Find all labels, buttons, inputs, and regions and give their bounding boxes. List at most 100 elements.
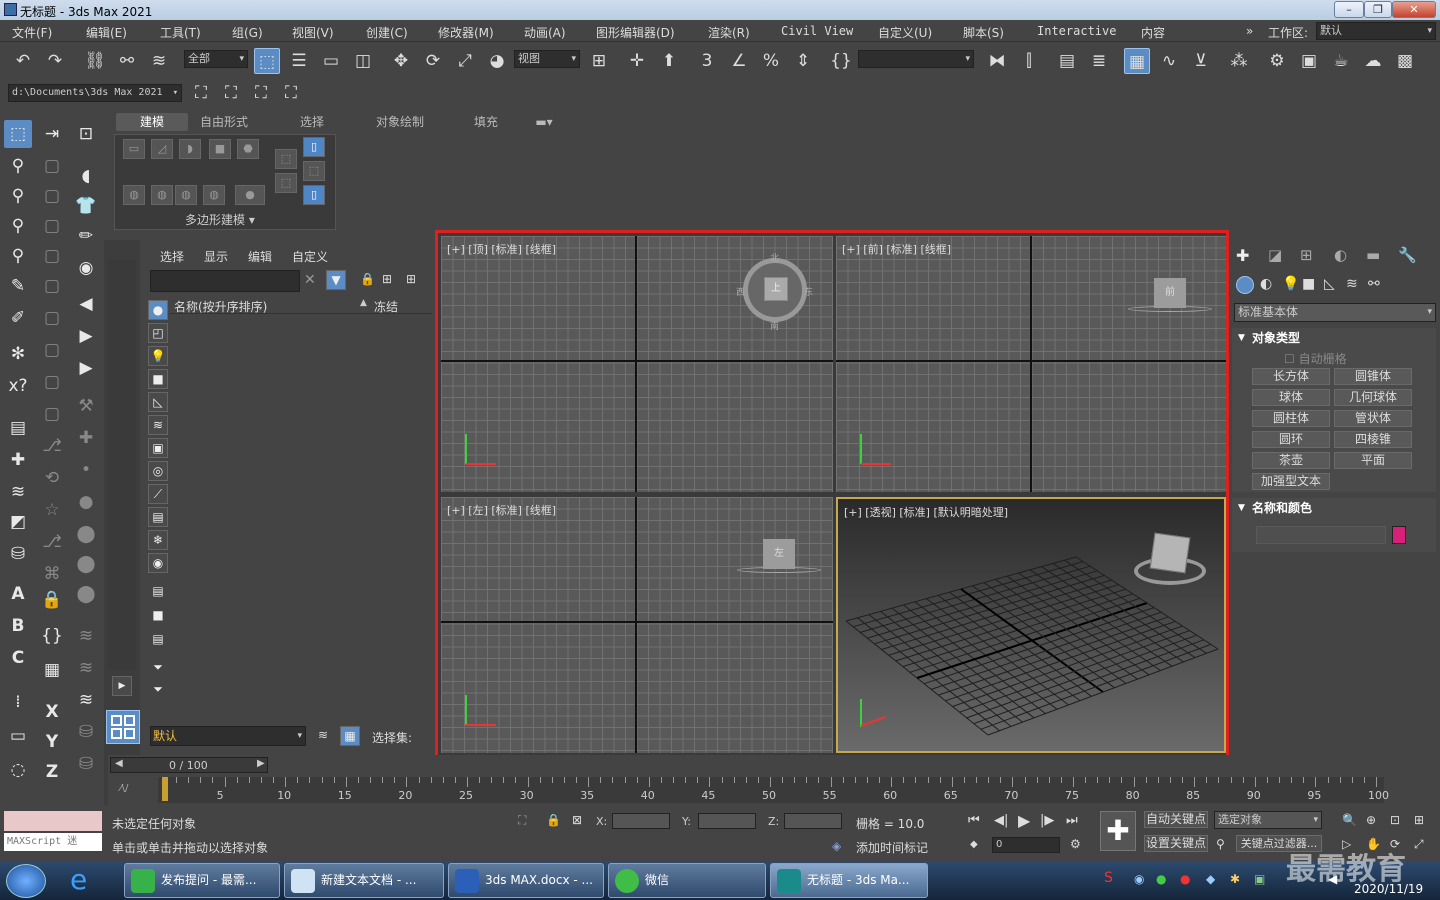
viewcube-front[interactable]: 前 [1154,278,1186,308]
layer-manager-icon[interactable]: ▤ [4,414,32,442]
plus-icon[interactable]: ✚ [72,424,100,452]
filter-geometry-icon[interactable]: ● [148,300,168,320]
tray-ime-icon[interactable]: S [1104,870,1113,886]
sphere-button[interactable]: 球体 [1252,389,1330,406]
edit-poly-j-icon[interactable]: ● [235,185,265,205]
name-color-header[interactable]: ▼ 名称和颜色 [1232,498,1436,518]
maxscript-listener[interactable] [4,811,102,831]
filter-groups-icon[interactable]: ▣ [148,438,168,458]
create-project-folders-icon[interactable]: ⛶ [248,80,274,106]
text-plus-button[interactable]: 加强型文本 [1252,473,1330,490]
primitive-type-dropdown[interactable]: 标准基本体 [1234,303,1436,322]
curve-editor-icon[interactable]: ∿ [1156,48,1182,74]
pyramid-button[interactable]: 四棱锥 [1334,431,1412,448]
viewcube-left[interactable]: 左 [763,539,795,569]
sphere-a-icon[interactable]: ⬤ [72,520,100,548]
selection-set-icon[interactable]: ▦ [340,726,360,746]
helpers-category-icon[interactable]: ◺ [1324,276,1335,292]
spinner-snap-icon[interactable]: ⇕ [790,48,816,74]
lock-scene-icon[interactable]: 🔒 [360,272,375,286]
tool-b-icon[interactable]: ▢ [38,182,66,210]
zoom-all-icon[interactable]: ⊕ [1366,813,1376,827]
sphere-c-icon[interactable]: ⬤ [72,580,100,608]
sphere-b-icon[interactable]: ⬤ [72,550,100,578]
viewport-left[interactable]: [+] [左] [标准] [线框] 左 [441,497,833,753]
side-tool-d-icon[interactable]: ⬚ [303,161,325,181]
stack-c-icon[interactable]: ≋ [72,686,100,714]
tool-i-icon[interactable]: ▢ [38,400,66,428]
edit-poly-e-icon[interactable]: ⬣ [237,139,259,159]
key-mode-icon[interactable]: ◆ [970,839,978,850]
taskbar-item-browser[interactable]: 发布提问 - 最需... [124,863,280,898]
tray-wechat-icon[interactable]: ● [1156,872,1166,886]
time-tag-icon[interactable]: ◈ [832,839,841,853]
menu-group[interactable]: 组(G) [232,24,263,41]
tray-weibo-icon[interactable]: ● [1180,872,1190,886]
rect-region-icon[interactable]: ▭ [318,48,344,74]
goto-start-icon[interactable]: ⏮ [968,813,980,828]
viewport-left-label[interactable]: [+] [左] [标准] [线框] [447,502,556,518]
add-layer-icon[interactable]: ✚ [4,446,32,474]
tool-f-icon[interactable]: ▢ [38,304,66,332]
send-right-icon[interactable]: ▶ [72,322,100,350]
stack-a-icon[interactable]: ≋ [72,622,100,650]
move-icon[interactable]: ✥ [388,48,414,74]
tab-modeling[interactable]: 建模 [116,113,188,131]
zoom-extents-icon[interactable]: ⊡ [1390,813,1400,827]
ruler-icon[interactable]: ▭ [4,722,32,750]
scene-tab-edit[interactable]: 编辑 [248,248,272,265]
scene-tab-select[interactable]: 选择 [160,248,184,265]
cone-button[interactable]: 圆锥体 [1334,368,1412,385]
menu-tools[interactable]: 工具(T) [160,24,201,41]
filter-lights-icon[interactable]: 💡 [148,346,168,366]
tool-l-icon[interactable]: ☆ [38,496,66,524]
display-tab-icon[interactable]: ▬ [1366,246,1380,264]
axis-z-icon[interactable]: Z [38,758,66,786]
hierarchy-tool-icon[interactable]: ⚲ [4,242,32,270]
filter-frozen-icon[interactable]: ❄ [148,530,168,550]
menu-file[interactable]: 文件(F) [12,24,52,41]
tool-n-icon[interactable]: ⌘ [38,560,66,588]
viewport-top[interactable]: [+] [顶] [标准] [线框] 上 北 南 西 东 [441,236,833,492]
time-next-icon[interactable]: ▶ [257,758,265,769]
menu-modifiers[interactable]: 修改器(M) [438,24,494,41]
menu-rendering[interactable]: 渲染(R) [708,24,750,41]
viewport-front-label[interactable]: [+] [前] [标准] [线框] [842,241,951,257]
unlink-icon[interactable]: ⚯ [114,48,140,74]
side-tool-a-icon[interactable]: ⬚ [275,149,297,169]
filter-containers-icon[interactable]: ▤ [148,507,168,527]
toggle-layer-explorer-icon[interactable]: ≣ [1086,48,1112,74]
spacewarps-category-icon[interactable]: ≋ [1346,276,1358,292]
absolute-mode-icon[interactable]: ⊠ [572,813,582,827]
geosphere-button[interactable]: 几何球体 [1334,389,1412,406]
taskbar-item-notepad[interactable]: 新建文本文档 - ... [284,863,444,898]
menu-create[interactable]: 创建(C) [366,24,408,41]
select-tool-icon[interactable]: ⬚ [4,120,32,148]
project-settings-icon[interactable]: ⛶ [278,80,304,106]
render-setup-icon[interactable]: ⚙ [1264,48,1290,74]
tool-g-icon[interactable]: ▢ [38,336,66,364]
close-button[interactable]: ✕ [1392,1,1436,18]
menu-civil-view[interactable]: Civil View [781,24,853,38]
object-type-header[interactable]: ▼ 对象类型 [1232,328,1436,348]
filter-hidden-icon[interactable]: ◉ [148,553,168,573]
stack-e-icon[interactable]: ⛁ [72,750,100,778]
edit-poly-i-icon[interactable]: ◍ [203,185,225,205]
filter-xrefs-icon[interactable]: ◎ [148,461,168,481]
curve-toggle-icon[interactable]: ⁄\/ [120,783,128,794]
tool-j-icon[interactable]: ⎇ [38,432,66,460]
place-icon[interactable]: ◕ [484,48,510,74]
paint-icon[interactable]: ◖ [72,162,100,190]
viewcube-top[interactable]: 上 [764,277,788,301]
menu-view[interactable]: 视图(V) [292,24,334,41]
systems-category-icon[interactable]: ⚯ [1368,276,1380,292]
selection-filter-dropdown[interactable]: 全部 [184,50,248,68]
ie-icon[interactable]: e [70,865,106,897]
tray-shield-icon[interactable]: ◆ [1206,872,1215,886]
brush-icon[interactable]: ✏ [72,222,100,250]
expand-icon[interactable]: » [1246,24,1253,38]
stack-b-icon[interactable]: ≋ [72,654,100,682]
taskbar-item-word[interactable]: 3ds MAX.docx - ... [448,863,604,898]
key-filters-icon[interactable]: ⚲ [1216,837,1225,851]
utilities-tab-icon[interactable]: 🔧 [1398,246,1417,264]
